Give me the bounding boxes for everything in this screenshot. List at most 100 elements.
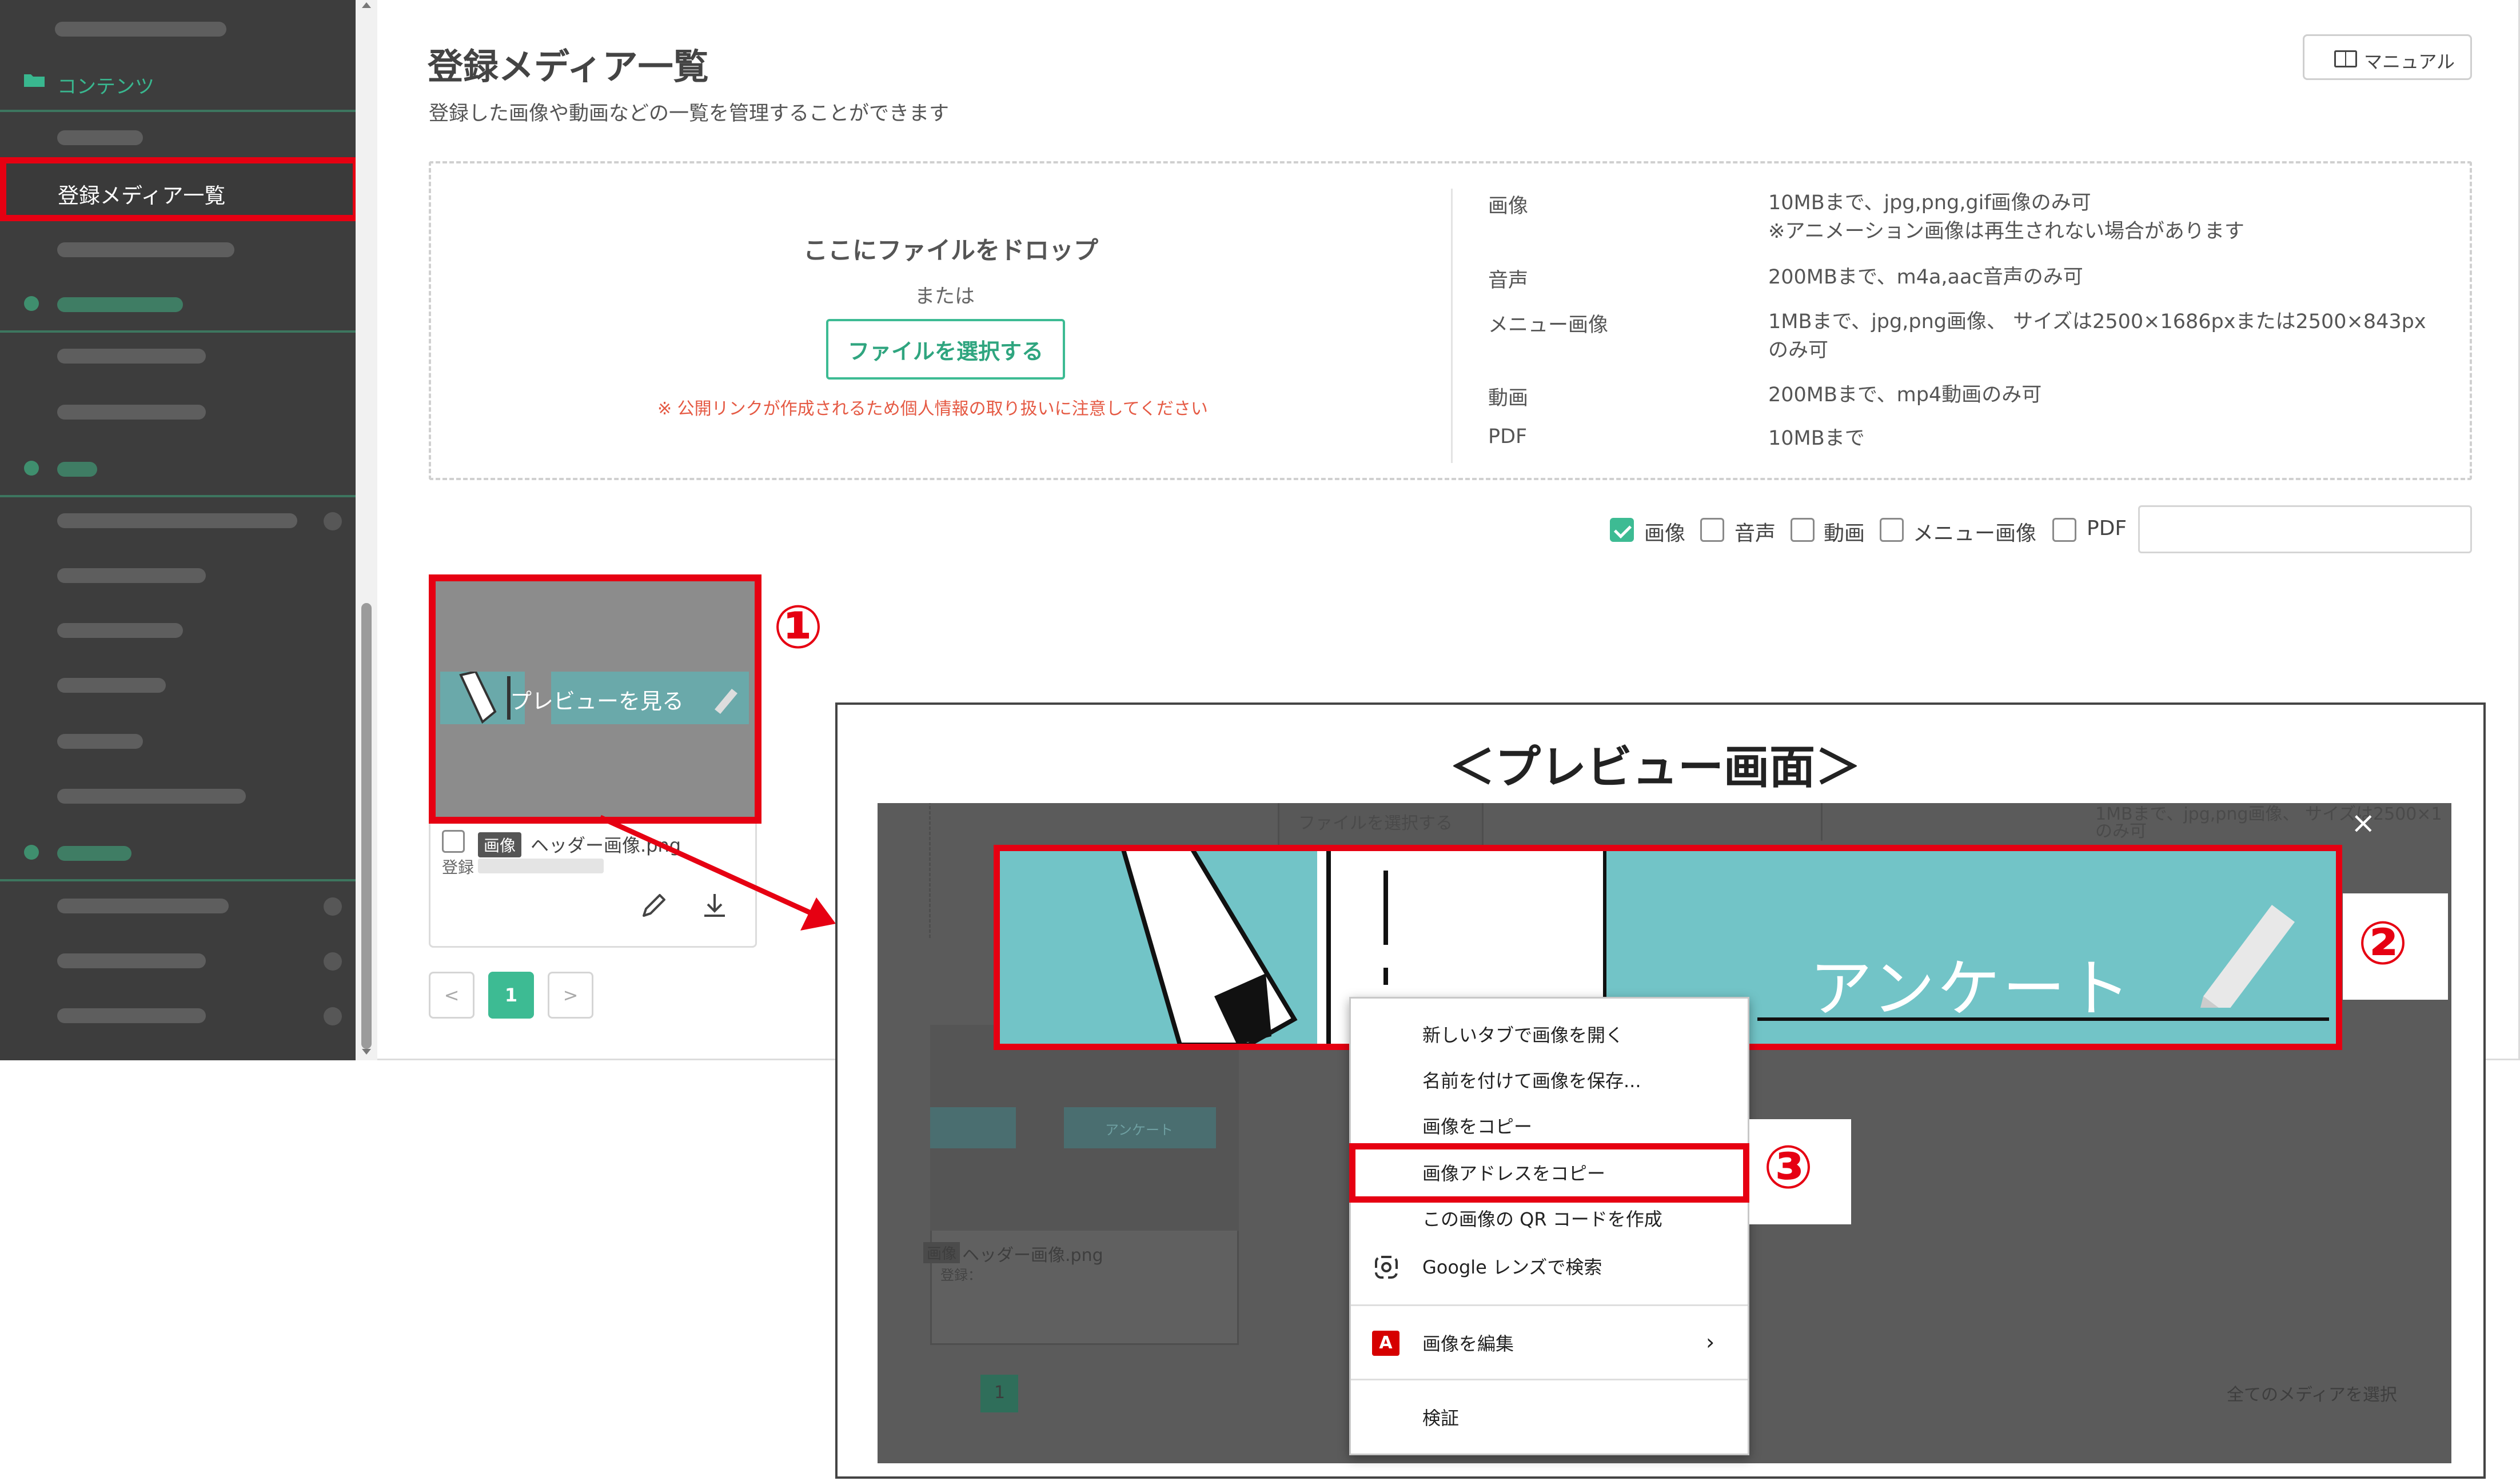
filter-audio-checkbox[interactable] xyxy=(1700,518,1724,542)
filter-image-checkbox[interactable] xyxy=(1610,518,1634,542)
ghost-card-name: ヘッダー画像.png xyxy=(962,1246,1103,1266)
sidebar-section-divider xyxy=(0,110,356,112)
context-menu-inspect[interactable]: 検証 xyxy=(1422,1404,1459,1430)
filter-video-label: 動画 xyxy=(1824,522,1865,545)
sidebar-item-label: 登録メディア一覧 xyxy=(58,183,226,208)
scroll-up-icon[interactable] xyxy=(362,2,371,8)
sidebar-section-divider xyxy=(0,330,356,333)
info-icon xyxy=(324,1007,342,1025)
close-icon[interactable]: × xyxy=(2351,806,2376,840)
spec-value-video: 200MBまで、mp4動画のみ可 xyxy=(1768,381,2041,409)
ghost-spec-line: 1MBまで、jpg,png画像、 サイズは2500×1 xyxy=(2095,804,2442,824)
sidebar-section-blurred[interactable] xyxy=(57,846,131,861)
sidebar-section-divider xyxy=(0,879,356,881)
select-file-button[interactable]: ファイルを選択する xyxy=(826,319,1065,380)
book-icon xyxy=(2334,50,2357,67)
sidebar-item-blurred[interactable] xyxy=(57,953,206,968)
folder-icon xyxy=(24,74,45,87)
scroll-down-icon[interactable] xyxy=(362,1049,371,1055)
page-title: 登録メディア一覧 xyxy=(428,46,709,87)
sidebar-section-contents[interactable]: コンテンツ xyxy=(57,71,154,99)
sidebar-item-blurred[interactable] xyxy=(57,405,206,420)
context-menu-search-google-lens[interactable]: Google レンズで検索 xyxy=(1422,1253,1602,1279)
ghost-drop-zone-edge xyxy=(929,803,931,938)
sidebar: コンテンツ 登録メディア一覧 xyxy=(0,0,359,1060)
chevron-right-icon: › xyxy=(1706,1330,1715,1355)
sidebar-item-blurred[interactable] xyxy=(57,623,183,638)
spec-label-video: 動画 xyxy=(1488,387,1529,410)
sidebar-item-blurred[interactable] xyxy=(57,242,234,257)
spec-value-line: 200MBまで、m4a,aac音声のみ可 xyxy=(1768,266,2083,289)
sidebar-scroll-thumb[interactable] xyxy=(361,603,372,1049)
sidebar-item-blurred[interactable] xyxy=(57,678,166,693)
spec-value-line: 10MBまで、jpg,png,gif画像のみ可 xyxy=(1768,191,2091,214)
sidebar-section-icon xyxy=(24,845,39,860)
drop-zone-divider xyxy=(1451,189,1453,463)
preview-inset-title: ＜プレビュー画面＞ xyxy=(1449,741,1861,794)
spec-value-menu-image: 1MBまで、jpg,png画像、 サイズは2500×1686pxまたは2500×… xyxy=(1768,308,2426,365)
filter-menu-image-checkbox[interactable] xyxy=(1880,518,1904,542)
sidebar-item-blurred[interactable] xyxy=(57,513,297,528)
spec-label-menu-image: メニュー画像 xyxy=(1488,314,1609,337)
media-select-checkbox[interactable] xyxy=(442,830,465,853)
sidebar-item-media-list[interactable]: 登録メディア一覧 xyxy=(0,157,359,221)
media-type-badge: 画像 xyxy=(478,832,522,857)
context-menu-create-qr-code[interactable]: この画像の QR コードを作成 xyxy=(1422,1205,1662,1231)
sidebar-item-blurred[interactable] xyxy=(57,789,246,804)
context-menu-edit-image[interactable]: 画像を編集 xyxy=(1422,1330,1514,1356)
media-file-name: ヘッダー画像.png xyxy=(531,835,681,856)
spec-label-pdf: PDF xyxy=(1488,425,1528,448)
context-menu-copy-image[interactable]: 画像をコピー xyxy=(1422,1112,1532,1139)
sidebar-section-icon xyxy=(24,461,39,476)
ghost-page-number: 1 xyxy=(994,1383,1006,1403)
info-icon xyxy=(324,512,342,530)
drop-zone-or: または xyxy=(915,285,975,308)
drop-zone-title: ここにファイルをドロップ xyxy=(803,237,1098,265)
sidebar-section-blurred[interactable] xyxy=(57,297,183,312)
spec-label-audio: 音声 xyxy=(1488,269,1529,292)
sidebar-section-blurred[interactable] xyxy=(57,462,97,477)
download-icon[interactable] xyxy=(699,889,731,921)
pencil-edit-icon[interactable] xyxy=(638,889,670,921)
spec-value-line: 200MBまで、mp4動画のみ可 xyxy=(1768,384,2042,406)
page-subtitle: 登録した画像や動画などの一覧を管理することができます xyxy=(429,102,950,125)
pagination-next-button[interactable]: > xyxy=(548,972,593,1019)
context-menu-open-image-new-tab[interactable]: 新しいタブで画像を開く xyxy=(1422,1021,1624,1047)
sidebar-item-blurred[interactable] xyxy=(57,899,229,913)
spec-value-line: ※アニメーション画像は再生されない場合があります xyxy=(1768,220,2244,243)
sidebar-item-blurred[interactable] xyxy=(57,130,143,145)
spec-value-audio: 200MBまで、m4a,aac音声のみ可 xyxy=(1768,263,2083,292)
info-icon xyxy=(324,952,342,971)
context-menu-save-image-as[interactable]: 名前を付けて画像を保存... xyxy=(1422,1067,1641,1093)
sidebar-item-blurred[interactable] xyxy=(57,734,143,749)
sidebar-item-blurred[interactable] xyxy=(57,1008,206,1023)
filter-pdf-label: PDF xyxy=(2087,517,2127,540)
sidebar-item-blurred[interactable] xyxy=(57,568,206,583)
spec-label-image: 画像 xyxy=(1488,195,1529,218)
step3-highlight-box xyxy=(1349,1143,1749,1203)
ghost-card-reg: 登録： xyxy=(940,1267,982,1283)
step1-marker: ① xyxy=(773,592,824,662)
pagination-prev-button[interactable]: < xyxy=(429,972,475,1019)
ghost-card-banner-text: アンケート xyxy=(1105,1122,1174,1138)
spec-value-line: 1MBまで、jpg,png画像、 サイズは2500×1686pxまたは2500×… xyxy=(1768,310,2426,333)
context-menu-separator xyxy=(1351,1379,1748,1380)
filter-audio-label: 音声 xyxy=(1735,522,1776,545)
search-input[interactable] xyxy=(2138,505,2472,553)
ghost-select-file-label: ファイルを選択する xyxy=(1298,813,1453,833)
ghost-card-banner xyxy=(930,1107,1016,1148)
ghost-select-all-label: 全てのメディアを選択 xyxy=(2227,1385,2397,1405)
filter-image-label: 画像 xyxy=(1644,522,1686,545)
manual-button[interactable]: マニュアル xyxy=(2303,34,2472,80)
filter-pdf-checkbox[interactable] xyxy=(2052,518,2076,542)
spec-value-line: のみ可 xyxy=(1768,339,1829,362)
sidebar-item-blurred[interactable] xyxy=(57,349,206,364)
sidebar-item-blurred[interactable] xyxy=(55,22,226,37)
preview-link[interactable]: プレビューを見る xyxy=(510,684,684,715)
google-lens-icon xyxy=(1375,1256,1398,1279)
sidebar-section-icon xyxy=(24,296,39,311)
pagination-page-1[interactable]: 1 xyxy=(488,972,534,1019)
spec-value-line: 10MBまで xyxy=(1768,427,1865,450)
filter-video-checkbox[interactable] xyxy=(1791,518,1815,542)
spec-value-pdf: 10MBまで xyxy=(1768,424,1865,453)
